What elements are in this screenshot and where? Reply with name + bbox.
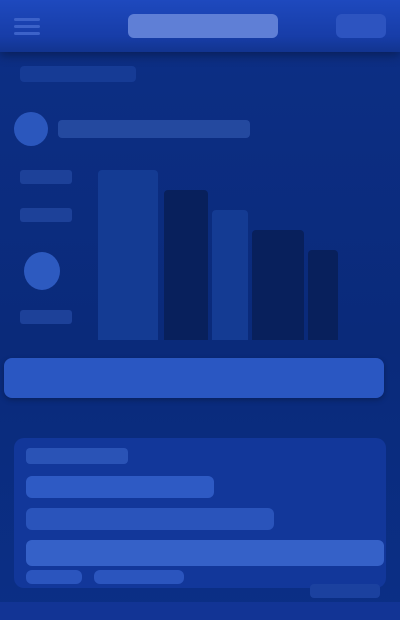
panel-title: [26, 448, 128, 464]
chart-highlight-marker: [24, 252, 60, 290]
top-app-bar: [0, 0, 400, 52]
details-panel: [14, 438, 386, 588]
list-item[interactable]: [26, 540, 384, 566]
list-item[interactable]: [26, 476, 214, 498]
panel-chip[interactable]: [26, 570, 82, 584]
chart-column: [164, 190, 208, 340]
bottom-bar: [0, 602, 400, 620]
panel-chip[interactable]: [94, 570, 184, 584]
chart-area: [14, 160, 344, 340]
chart-y-label: [20, 170, 72, 184]
profile-row[interactable]: [14, 112, 250, 148]
hamburger-menu-icon[interactable]: [14, 14, 40, 38]
chart-column: [308, 250, 338, 340]
chart-y-label: [20, 310, 72, 324]
list-item[interactable]: [26, 508, 274, 530]
chart-column: [212, 210, 248, 340]
top-action-button[interactable]: [336, 14, 386, 38]
breadcrumb: [20, 66, 136, 82]
chart-column: [252, 230, 304, 340]
search-input[interactable]: [4, 358, 384, 398]
chart-column: [98, 170, 158, 340]
footer-label: [310, 584, 380, 598]
chart-y-label: [20, 208, 72, 222]
profile-name: [58, 120, 250, 138]
app-screen: [0, 0, 400, 620]
app-title: [128, 14, 278, 38]
avatar[interactable]: [14, 112, 48, 146]
